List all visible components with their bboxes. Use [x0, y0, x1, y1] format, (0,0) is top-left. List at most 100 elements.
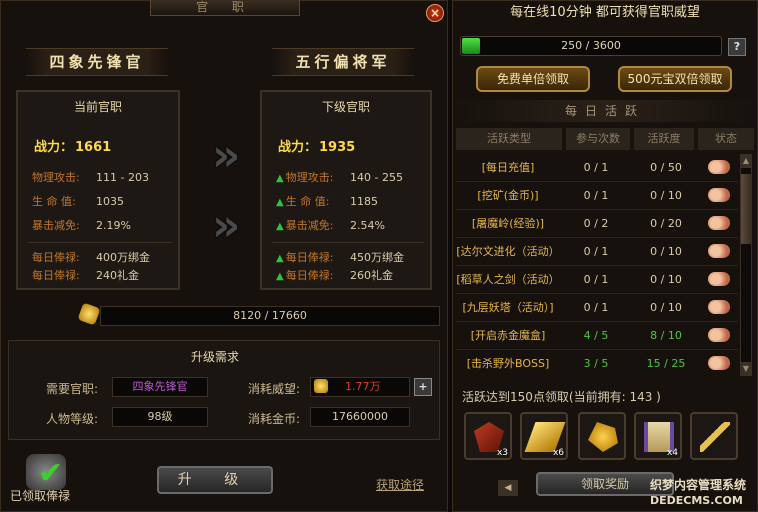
cloud-status-icon [708, 216, 730, 230]
activity-row[interactable]: [屠魔岭(经验)] 0 / 2 0 / 20 [456, 210, 738, 238]
activity-count: 0 / 2 [583, 217, 609, 230]
prev-arrow-button[interactable]: ◀ [498, 480, 518, 496]
gold-cost-value: 17660000 [310, 407, 410, 427]
salary-label: 每日俸禄: [32, 269, 80, 282]
current-rank-name: 四象先锋官 [26, 48, 168, 76]
reward-slot[interactable]: x4 [634, 412, 682, 460]
arrow-up-icon: ▲ [276, 221, 284, 232]
stat-value: 2.54% [350, 219, 385, 232]
prestige-icon [314, 379, 328, 393]
stat-value: 111 - 203 [96, 171, 149, 184]
stat-value: 1185 [350, 195, 378, 208]
arrow-right-icon: » [212, 200, 241, 251]
activity-name: [屠魔岭(经验)] [471, 217, 545, 230]
activity-points: 8 / 10 [650, 329, 682, 342]
close-button[interactable]: × [426, 4, 444, 22]
activity-count: 0 / 1 [583, 273, 609, 286]
reward-slot[interactable]: x6 [520, 412, 568, 460]
scroll-down-icon[interactable]: ▼ [740, 362, 752, 376]
arrow-up-icon: ▲ [276, 253, 284, 264]
daily-activity-title: 每日活跃 [452, 100, 758, 122]
divider [28, 242, 172, 243]
stat-value: 140 - 255 [350, 171, 403, 184]
power-label: 战力： [278, 140, 318, 155]
column-header: 活跃度 [634, 128, 694, 150]
cloud-status-icon [708, 272, 730, 286]
salary-label: 每日俸禄: [32, 251, 80, 264]
requirements-title: 升级需求 [190, 350, 239, 364]
rank-panel-title: 官 职 [150, 0, 300, 16]
watermark-text: 织梦内容管理系统 [650, 478, 747, 492]
activity-name: [稻草人之剑（活动） [456, 273, 560, 286]
stat-value: 2.19% [96, 219, 131, 232]
activity-name: [达尔文进化（活动） [456, 245, 560, 258]
activity-points: 0 / 10 [650, 189, 682, 202]
upgrade-button[interactable]: 升 级 [157, 466, 273, 494]
activity-count: 3 / 5 [583, 357, 609, 370]
required-level-label: 人物等级: [46, 412, 99, 426]
activity-name: [击杀野外BOSS] [466, 357, 550, 370]
help-button[interactable]: ? [728, 38, 746, 56]
salary-row: 每日俸禄: 400万绑金 [32, 250, 182, 266]
reward-count: x4 [666, 448, 678, 458]
activity-row[interactable]: [击杀野外BOSS] 3 / 5 15 / 25 [456, 350, 738, 376]
double-claim-button[interactable]: 500元宝双倍领取 [618, 66, 732, 92]
cloud-status-icon [708, 188, 730, 202]
activity-points: 0 / 20 [650, 217, 682, 230]
activity-name: [开启赤金魔盒] [470, 329, 546, 342]
activity-count: 0 / 1 [583, 189, 609, 202]
stat-label: 物理攻击: [32, 171, 80, 184]
activity-row[interactable]: [开启赤金魔盒] 4 / 5 8 / 10 [456, 322, 738, 350]
divider [272, 242, 424, 243]
activity-points: 0 / 10 [650, 301, 682, 314]
current-rank-header: 当前官职 [73, 100, 122, 114]
gold-ore-icon [588, 422, 618, 452]
scrollbar-thumb[interactable] [741, 174, 751, 244]
activity-row[interactable]: [挖矿(金币)] 0 / 1 0 / 10 [456, 182, 738, 210]
acquire-path-link[interactable]: 获取途径 [376, 476, 424, 493]
salary-value: 260礼金 [350, 269, 393, 282]
next-rank-name: 五行偏将军 [272, 48, 414, 76]
required-rank-value: 四象先锋官 [112, 377, 208, 397]
reward-slot[interactable] [690, 412, 738, 460]
stat-label: 暴击减免: [285, 219, 334, 232]
reward-slot[interactable] [578, 412, 626, 460]
activity-list: [每日充值] 0 / 1 0 / 50 [挖矿(金币)] 0 / 1 0 / 10 [屠魔岭… [456, 154, 738, 376]
activity-row[interactable]: [达尔文进化（活动） 0 / 1 0 / 10 [456, 238, 738, 266]
free-claim-button[interactable]: 免费单倍领取 [476, 66, 590, 92]
current-power: 战力： 1661 [32, 136, 111, 155]
activity-row[interactable]: [每日充值] 0 / 1 0 / 50 [456, 154, 738, 182]
column-header: 状态 [698, 128, 754, 150]
arrow-up-icon: ▲ [276, 197, 284, 208]
activity-count: 0 / 1 [583, 161, 609, 174]
prestige-cost-label: 消耗威望: [248, 382, 301, 396]
activity-row[interactable]: [九层妖塔（活动）] 0 / 1 0 / 10 [456, 294, 738, 322]
activity-row[interactable]: [稻草人之剑（活动） 0 / 1 0 / 10 [456, 266, 738, 294]
salary-label: 每日俸禄: [285, 269, 334, 282]
power-value: 1661 [75, 140, 112, 155]
gold-cost-label: 消耗金币: [248, 412, 301, 426]
add-prestige-button[interactable]: + [414, 378, 432, 396]
stat-row: ▲ 暴击减免: 2.54% [276, 218, 426, 234]
stat-label: 物理攻击: [285, 171, 334, 184]
reward-count: x3 [496, 448, 508, 458]
power-value: 1935 [319, 140, 356, 155]
activity-count: 4 / 5 [583, 329, 609, 342]
scroll-up-icon[interactable]: ▲ [740, 154, 752, 168]
reward-slot[interactable]: x3 [464, 412, 512, 460]
stat-label: 生 命 值: [285, 195, 330, 208]
key-icon [700, 422, 730, 452]
activity-points: 15 / 25 [646, 357, 686, 370]
activity-count: 0 / 1 [583, 245, 609, 258]
required-rank-label: 需要官职: [46, 382, 99, 396]
cloud-status-icon [708, 300, 730, 314]
stat-row: 暴击减免: 2.19% [32, 218, 182, 234]
arrow-up-icon: ▲ [276, 271, 284, 282]
cloud-status-icon [708, 356, 730, 370]
reward-count: x6 [552, 448, 564, 458]
stat-row: 生 命 值: 1035 [32, 194, 182, 210]
activity-count: 0 / 1 [583, 301, 609, 314]
stat-label: 生 命 值: [32, 195, 76, 208]
activity-name: [挖矿(金币)] [477, 189, 539, 202]
salary-row: ▲ 每日俸禄: 450万绑金 [276, 250, 426, 266]
